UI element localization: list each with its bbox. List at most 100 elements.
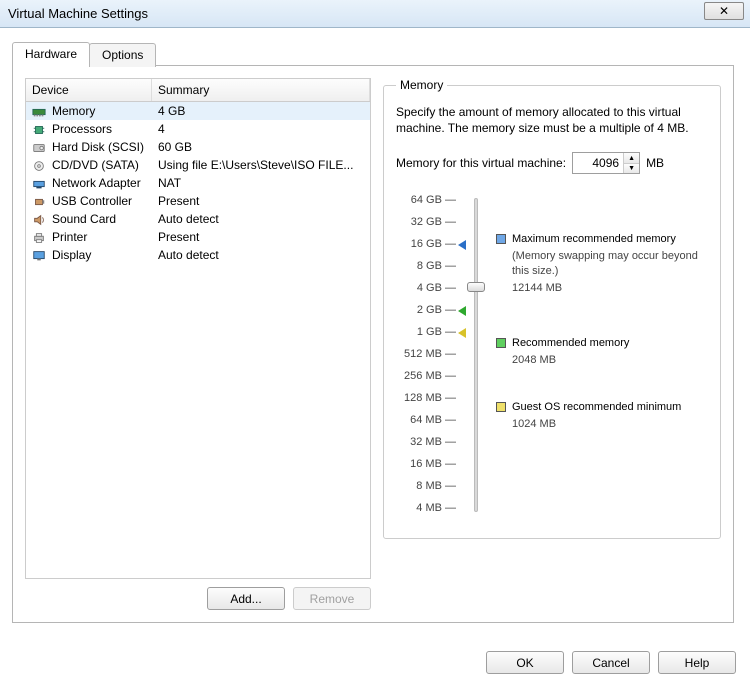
legend-max: Maximum recommended memory (Memory swapp… [496, 232, 708, 295]
usb-icon [32, 194, 48, 208]
legend-rec-label: Recommended memory [512, 336, 629, 351]
slider-tick-label: 2 GB — [396, 302, 456, 324]
hdd-icon [32, 140, 48, 154]
slider-tick-label: 4 MB — [396, 500, 456, 522]
add-button[interactable]: Add... [207, 587, 285, 610]
device-row[interactable]: USB ControllerPresent [26, 192, 370, 210]
device-row[interactable]: Sound CardAuto detect [26, 210, 370, 228]
legend-min: Guest OS recommended minimum 1024 MB [496, 400, 681, 432]
tab-panel-hardware: Device Summary Memory4 GBProcessors4Hard… [12, 65, 734, 623]
tabs: Hardware Options [12, 42, 738, 66]
printer-icon [32, 230, 48, 244]
slider-tick-label: 4 GB — [396, 280, 456, 302]
legend-min-swatch-icon [496, 402, 506, 412]
help-button[interactable]: Help [658, 651, 736, 674]
device-name: Display [52, 248, 158, 262]
device-row[interactable]: Memory4 GB [26, 102, 370, 120]
memory-input[interactable] [573, 153, 623, 173]
header-summary[interactable]: Summary [152, 79, 370, 101]
device-pane: Device Summary Memory4 GBProcessors4Hard… [25, 78, 371, 610]
tab-hardware[interactable]: Hardware [12, 42, 90, 66]
remove-button[interactable]: Remove [293, 587, 371, 610]
slider-tick-label: 256 MB — [396, 368, 456, 390]
memory-input-label: Memory for this virtual machine: [396, 156, 566, 170]
memory-unit: MB [646, 156, 664, 170]
device-name: Sound Card [52, 212, 158, 226]
device-row[interactable]: DisplayAuto detect [26, 246, 370, 264]
ok-button[interactable]: OK [486, 651, 564, 674]
legend-rec-swatch-icon [496, 338, 506, 348]
sound-icon [32, 212, 48, 226]
slider-tick-label: 64 MB — [396, 412, 456, 434]
memory-spinner[interactable]: ▲ ▼ [572, 152, 640, 174]
device-name: Printer [52, 230, 158, 244]
device-row[interactable]: CD/DVD (SATA)Using file E:\Users\Steve\I… [26, 156, 370, 174]
memory-group-label: Memory [396, 78, 447, 92]
device-summary: 4 GB [158, 104, 364, 118]
detail-pane: Memory Specify the amount of memory allo… [383, 78, 721, 610]
cpu-icon [32, 122, 48, 136]
memory-icon [32, 104, 48, 118]
device-row[interactable]: Hard Disk (SCSI)60 GB [26, 138, 370, 156]
marker-max-icon [458, 240, 466, 250]
slider-tick-label: 1 GB — [396, 324, 456, 346]
device-name: Processors [52, 122, 158, 136]
cd-icon [32, 158, 48, 172]
slider-tick-label: 16 GB — [396, 236, 456, 258]
memory-slider-thumb[interactable] [467, 282, 485, 292]
header-device[interactable]: Device [26, 79, 152, 101]
window-title: Virtual Machine Settings [8, 6, 148, 21]
slider-tick-label: 64 GB — [396, 192, 456, 214]
device-summary: 4 [158, 122, 364, 136]
slider-ticks: 64 GB —32 GB —16 GB —8 GB —4 GB —2 GB —1… [396, 192, 456, 522]
device-row[interactable]: Network AdapterNAT [26, 174, 370, 192]
device-summary: Auto detect [158, 248, 364, 262]
legend-rec-value: 2048 MB [512, 353, 629, 368]
titlebar: Virtual Machine Settings ✕ [0, 0, 750, 28]
legend-max-label: Maximum recommended memory [512, 232, 708, 247]
slider-track-col [464, 192, 488, 522]
slider-tick-label: 16 MB — [396, 456, 456, 478]
dialog-buttons: OK Cancel Help [486, 651, 736, 674]
close-button[interactable]: ✕ [704, 2, 744, 20]
slider-legend: Maximum recommended memory (Memory swapp… [496, 192, 708, 522]
slider-tick-label: 128 MB — [396, 390, 456, 412]
legend-max-value: 12144 MB [512, 281, 708, 296]
memory-desc: Specify the amount of memory allocated t… [396, 104, 708, 136]
slider-tick-label: 32 GB — [396, 214, 456, 236]
device-summary: Auto detect [158, 212, 364, 226]
device-name: Memory [52, 104, 158, 118]
slider-tick-label: 32 MB — [396, 434, 456, 456]
device-summary: NAT [158, 176, 364, 190]
spinner-down-icon[interactable]: ▼ [624, 164, 639, 174]
net-icon [32, 176, 48, 190]
device-list-header: Device Summary [25, 78, 371, 102]
tab-options[interactable]: Options [89, 43, 156, 67]
slider-tick-label: 8 MB — [396, 478, 456, 500]
memory-slider-track[interactable] [474, 198, 478, 512]
memory-group: Memory Specify the amount of memory allo… [383, 78, 721, 539]
device-name: USB Controller [52, 194, 158, 208]
legend-rec: Recommended memory 2048 MB [496, 336, 629, 368]
device-summary: Using file E:\Users\Steve\ISO FILE... [158, 158, 364, 172]
device-name: Hard Disk (SCSI) [52, 140, 158, 154]
device-summary: 60 GB [158, 140, 364, 154]
legend-max-note: (Memory swapping may occur beyond this s… [512, 249, 708, 279]
device-name: Network Adapter [52, 176, 158, 190]
device-summary: Present [158, 194, 364, 208]
display-icon [32, 248, 48, 262]
slider-tick-label: 8 GB — [396, 258, 456, 280]
device-row[interactable]: PrinterPresent [26, 228, 370, 246]
device-list: Memory4 GBProcessors4Hard Disk (SCSI)60 … [25, 102, 371, 579]
device-summary: Present [158, 230, 364, 244]
marker-min-icon [458, 328, 466, 338]
device-row[interactable]: Processors4 [26, 120, 370, 138]
device-name: CD/DVD (SATA) [52, 158, 158, 172]
legend-min-label: Guest OS recommended minimum [512, 400, 681, 415]
settings-window: Virtual Machine Settings ✕ Hardware Opti… [0, 0, 750, 686]
slider-tick-label: 512 MB — [396, 346, 456, 368]
marker-rec-icon [458, 306, 466, 316]
cancel-button[interactable]: Cancel [572, 651, 650, 674]
spinner-up-icon[interactable]: ▲ [624, 153, 639, 164]
legend-max-swatch-icon [496, 234, 506, 244]
